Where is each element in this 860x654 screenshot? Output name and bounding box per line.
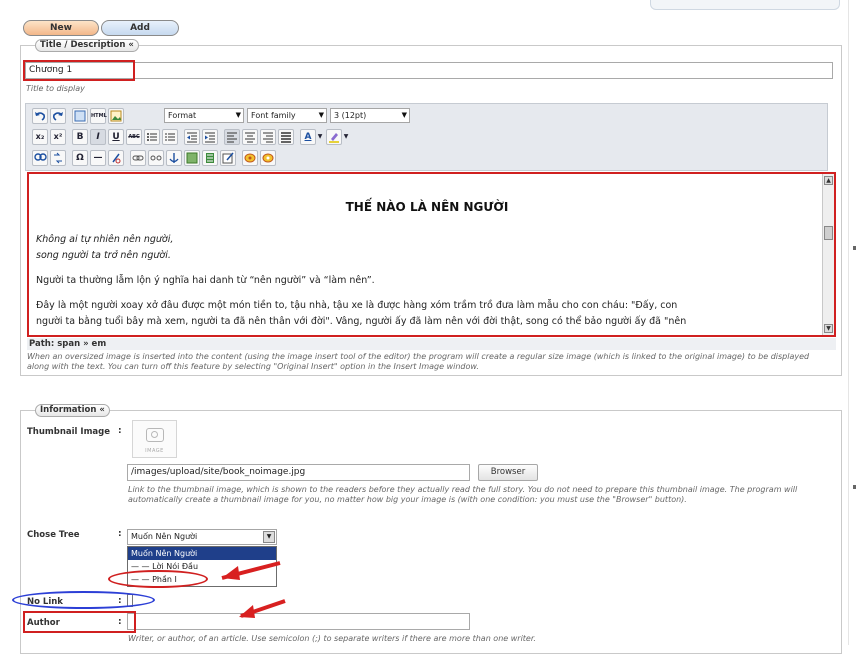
author-hint: Writer, or author, of an article. Use se… <box>128 634 536 643</box>
thumbnail-label: Thumbnail Image <box>27 427 111 437</box>
editor-paragraph: người ta bằng tuổi bây mà xem, người ta … <box>36 316 687 327</box>
scroll-marker <box>853 246 856 250</box>
replace-icon[interactable] <box>50 150 66 166</box>
top-tab-edge <box>650 0 840 10</box>
image-icon[interactable] <box>184 150 200 166</box>
outdent-icon[interactable] <box>184 129 200 145</box>
scroll-up-icon[interactable]: ▲ <box>824 176 833 185</box>
editor-path-bar: Path: span » em <box>27 338 836 350</box>
unlink-icon[interactable] <box>148 150 164 166</box>
find-icon[interactable] <box>32 150 48 166</box>
editor-content[interactable]: THẾ NÀO LÀ NÊN NGƯỜI Không ai tự nhiên n… <box>36 174 818 335</box>
scroll-marker <box>853 485 856 489</box>
anchor-icon[interactable] <box>166 150 182 166</box>
label-colon: : <box>118 426 122 436</box>
editor-paragraph: Đây là một người xoay xở đâu được một mó… <box>36 300 678 311</box>
thumbnail-path-input[interactable]: /images/upload/site/book_noimage.jpg <box>127 464 470 481</box>
new-button[interactable]: New <box>23 20 99 36</box>
align-left-icon[interactable] <box>224 129 240 145</box>
align-right-icon[interactable] <box>260 129 276 145</box>
font-color-button[interactable]: A <box>300 129 316 145</box>
editor-paragraph: Người ta thường lẫm lộn ý nghĩa hai danh… <box>36 275 375 286</box>
underline-button[interactable]: U <box>108 129 124 145</box>
edit-icon[interactable] <box>220 150 236 166</box>
strikethrough-button[interactable]: ABC <box>126 129 142 145</box>
html-button[interactable]: HTML <box>90 108 107 124</box>
insert-image-icon[interactable] <box>108 108 124 124</box>
title-hint: Title to display <box>26 84 85 93</box>
thumbnail-placeholder-text: IMAGE <box>145 448 164 454</box>
font-family-select[interactable]: Font family ▼ <box>247 108 327 123</box>
thumbnail-preview[interactable]: IMAGE <box>132 420 177 458</box>
bullet-list-icon[interactable] <box>144 129 160 145</box>
editor-line: song người ta trở nên người. <box>36 250 171 261</box>
chevron-down-icon[interactable]: ▼ <box>316 129 324 145</box>
label-colon: : <box>118 529 122 539</box>
font-size-select[interactable]: 3 (12pt) ▼ <box>330 108 410 123</box>
align-center-icon[interactable] <box>242 129 258 145</box>
information-legend[interactable]: Information « <box>35 404 110 417</box>
tree-select[interactable]: Muốn Nên Người ▼ <box>127 529 277 545</box>
title-input[interactable]: Chương 1 <box>25 62 833 79</box>
undo-icon[interactable] <box>32 108 48 124</box>
link-icon[interactable] <box>130 150 146 166</box>
bold-button[interactable]: B <box>72 129 88 145</box>
camera-icon <box>146 428 164 442</box>
chevron-down-icon: ▼ <box>401 111 407 119</box>
chevron-down-icon: ▼ <box>235 111 241 119</box>
media-icon[interactable] <box>202 150 218 166</box>
format-select-value: Format <box>168 111 197 120</box>
numbered-list-icon[interactable] <box>162 129 178 145</box>
remove-format-icon[interactable] <box>108 150 124 166</box>
editor-heading: THẾ NÀO LÀ NÊN NGƯỜI <box>345 200 509 214</box>
thumbnail-hint: Link to the thumbnail image, which is sh… <box>128 485 798 504</box>
indent-icon[interactable] <box>202 129 218 145</box>
title-description-legend[interactable]: Title / Description « <box>35 39 139 52</box>
annotation-arrow <box>239 599 286 618</box>
font-family-value: Font family <box>251 111 296 120</box>
rich-text-editor[interactable]: THẾ NÀO LÀ NÊN NGƯỜI Không ai tự nhiên n… <box>27 172 836 337</box>
highlight-color-icon[interactable] <box>326 129 342 145</box>
author-input[interactable] <box>127 613 470 630</box>
special-char-button[interactable]: Ω <box>72 150 88 166</box>
editor-line: Không ai tự nhiên nên người, <box>36 234 174 245</box>
page-scrollbar[interactable] <box>848 0 860 645</box>
editor-note: When an oversized image is inserted into… <box>27 352 810 371</box>
superscript-button[interactable]: x² <box>50 129 66 145</box>
chevron-down-icon: ▼ <box>318 111 324 119</box>
annotation-author-box <box>23 611 136 633</box>
chevron-down-icon[interactable]: ▼ <box>263 531 275 543</box>
editor-scrollbar[interactable]: ▲ ▼ <box>822 174 834 335</box>
subscript-button[interactable]: x₂ <box>32 129 48 145</box>
chevron-down-icon[interactable]: ▼ <box>342 129 350 145</box>
browser-button[interactable]: Browser <box>478 464 538 481</box>
source-icon[interactable] <box>72 108 88 124</box>
horizontal-rule-button[interactable]: — <box>90 150 106 166</box>
tree-label: Chose Tree <box>27 530 80 540</box>
annotation-option-circle <box>108 570 208 588</box>
annotation-nolink-circle <box>12 591 155 609</box>
italic-button[interactable]: I <box>90 129 106 145</box>
emoticon-alt-icon[interactable] <box>260 150 276 166</box>
format-select[interactable]: Format ▼ <box>164 108 244 123</box>
justify-icon[interactable] <box>278 129 294 145</box>
redo-icon[interactable] <box>50 108 66 124</box>
annotation-title-box <box>23 60 135 81</box>
add-button[interactable]: Add <box>101 20 179 36</box>
editor-toolbar: HTML Format ▼ Font family ▼ 3 (12pt) ▼ x₂ x… <box>25 103 828 171</box>
emoticon-icon[interactable] <box>242 150 258 166</box>
font-size-value: 3 (12pt) <box>334 111 367 120</box>
annotation-arrow <box>221 561 281 580</box>
scroll-thumb[interactable] <box>824 226 833 240</box>
scroll-down-icon[interactable]: ▼ <box>824 324 833 333</box>
tree-select-value: Muốn Nên Người <box>131 532 198 541</box>
